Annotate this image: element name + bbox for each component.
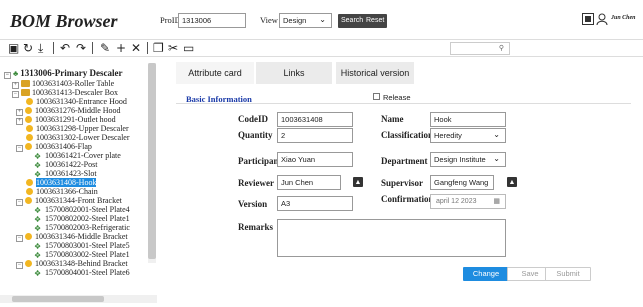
- collapse-icon[interactable]: −: [12, 91, 19, 98]
- view-select[interactable]: Design ⌄: [279, 13, 332, 28]
- classification-label: Classification: [381, 130, 434, 140]
- tree-item[interactable]: 1003631366-Chain: [26, 187, 98, 196]
- classification-select[interactable]: Heredity ⌄: [430, 128, 506, 143]
- collapse-icon[interactable]: −: [4, 72, 11, 79]
- release-checkbox[interactable]: [373, 93, 380, 100]
- part-icon: [25, 107, 32, 114]
- name-label: Name: [381, 114, 404, 124]
- add-icon[interactable]: +: [116, 41, 126, 55]
- expand-icon[interactable]: +: [16, 118, 23, 125]
- tab-links[interactable]: Links: [256, 62, 332, 84]
- bom-tree: − ♣ 1313006-Primary Descaler +1003631403-R…: [0, 57, 157, 307]
- participant-input[interactable]: Xiao Yuan: [277, 152, 353, 167]
- tree-item[interactable]: 1003631340-Entrance Hood: [26, 97, 127, 106]
- app-header: BOM Browser ProID 1313006 View Design ⌄ …: [0, 0, 643, 40]
- download-icon[interactable]: ⤓: [38, 41, 43, 55]
- collapse-icon[interactable]: −: [16, 262, 23, 269]
- tree-item[interactable]: ❖ 15700804001-Steel Plate6: [34, 268, 130, 278]
- section-divider: [176, 103, 631, 104]
- save-icon[interactable]: ▣: [8, 41, 19, 55]
- tree-root[interactable]: − ♣ 1313006-Primary Descaler: [4, 69, 122, 79]
- redo-icon[interactable]: ↷: [76, 41, 86, 55]
- tree-item[interactable]: 1003631298-Upper Descaler: [26, 124, 129, 133]
- folder-icon: [21, 89, 30, 96]
- calendar-icon: ▦: [493, 198, 500, 205]
- part-icon: [25, 116, 32, 123]
- assembly-icon: ♣: [13, 69, 19, 78]
- part-icon: [26, 125, 33, 132]
- edit-icon[interactable]: ✎: [100, 41, 110, 55]
- name-input[interactable]: Hook: [430, 112, 506, 127]
- confirmation-label: Confirmation: [381, 194, 434, 204]
- undo-icon[interactable]: ↶: [60, 41, 70, 55]
- refresh-icon[interactable]: ↻: [23, 41, 33, 55]
- cut-icon[interactable]: ✂: [168, 41, 178, 55]
- tab-attribute-card[interactable]: Attribute card: [176, 62, 254, 84]
- tree-item-selected[interactable]: 1003631408-Hook: [26, 178, 97, 187]
- tree-item[interactable]: 1003631302-Lower Descaler: [26, 133, 130, 142]
- delete-icon[interactable]: ✕: [131, 41, 141, 55]
- proid-input[interactable]: 1313006: [178, 13, 246, 28]
- collapse-icon[interactable]: −: [16, 145, 23, 152]
- part-icon: [25, 197, 32, 204]
- reviewer-input[interactable]: Jun Chen: [277, 175, 341, 190]
- chevron-down-icon: ⌄: [493, 130, 500, 139]
- reviewer-picker-icon[interactable]: ▲: [353, 177, 363, 187]
- confirmation-date-input[interactable]: april 12 2023 ▦: [430, 194, 506, 209]
- reviewer-label: Reviewer: [238, 178, 274, 188]
- toolbar-divider: [147, 42, 148, 54]
- user-icon[interactable]: [596, 13, 608, 25]
- part-icon: [26, 188, 33, 195]
- chevron-down-icon: ⌄: [493, 154, 500, 163]
- paste-icon[interactable]: ▭: [183, 41, 194, 55]
- confirmation-date-value: april 12 2023: [436, 198, 477, 205]
- remarks-textarea[interactable]: [277, 219, 506, 257]
- settings-icon[interactable]: [582, 13, 594, 25]
- department-select-value: Design Institute: [434, 155, 486, 164]
- view-select-value: Design: [283, 16, 307, 25]
- supervisor-label: Supervisor: [381, 178, 424, 188]
- toolbar-search-input[interactable]: ⚲: [450, 42, 510, 55]
- supervisor-input[interactable]: Gangfeng Wang: [430, 175, 494, 190]
- collapse-icon[interactable]: −: [16, 235, 23, 242]
- department-select[interactable]: Design Institute ⌄: [430, 152, 506, 167]
- version-label: Version: [238, 199, 268, 209]
- copy-icon[interactable]: ❐: [153, 41, 164, 55]
- folder-icon: [21, 80, 30, 87]
- tree-horizontal-scroll-thumb[interactable]: [12, 296, 104, 302]
- quantity-input[interactable]: 2: [277, 128, 353, 143]
- tab-historical-version[interactable]: Historical version: [336, 62, 414, 84]
- toolbar-divider: [53, 42, 54, 54]
- change-button[interactable]: Change: [463, 267, 509, 281]
- part-icon: [26, 134, 33, 141]
- collapse-icon[interactable]: −: [16, 199, 23, 206]
- part-icon: [26, 179, 33, 186]
- app-title: BOM Browser: [10, 11, 118, 31]
- participant-label: Participant: [238, 156, 282, 166]
- submit-button[interactable]: Submit: [545, 267, 591, 281]
- release-label: Release: [383, 93, 411, 102]
- chevron-down-icon: ⌄: [319, 15, 326, 24]
- remarks-label: Remarks: [238, 222, 273, 232]
- search-button[interactable]: Search: [338, 14, 367, 28]
- classification-select-value: Heredity: [434, 131, 462, 140]
- toolbar: ▣ ↻ ⤓ ↶ ↷ ✎ + ✕ ❐ ✂ ▭ ⚲: [0, 40, 643, 57]
- view-label: View: [260, 15, 278, 25]
- part-icon: [25, 260, 32, 267]
- component-icon: ❖: [34, 269, 42, 278]
- tree-vertical-scroll-thumb[interactable]: [148, 63, 156, 259]
- reset-button[interactable]: Reset: [363, 14, 388, 28]
- department-label: Department: [381, 156, 428, 166]
- toolbar-divider: [92, 42, 93, 54]
- part-icon: [25, 143, 32, 150]
- part-icon: [25, 233, 32, 240]
- codeid-input[interactable]: 1003631408: [277, 112, 353, 127]
- version-input[interactable]: A3: [277, 196, 353, 211]
- quantity-label: Quantity: [238, 130, 273, 140]
- user-name: Jun Chen: [611, 15, 636, 21]
- codeid-label: CodeID: [238, 114, 269, 124]
- search-icon: ⚲: [498, 44, 504, 52]
- supervisor-picker-icon[interactable]: ▲: [507, 177, 517, 187]
- part-icon: [26, 98, 33, 105]
